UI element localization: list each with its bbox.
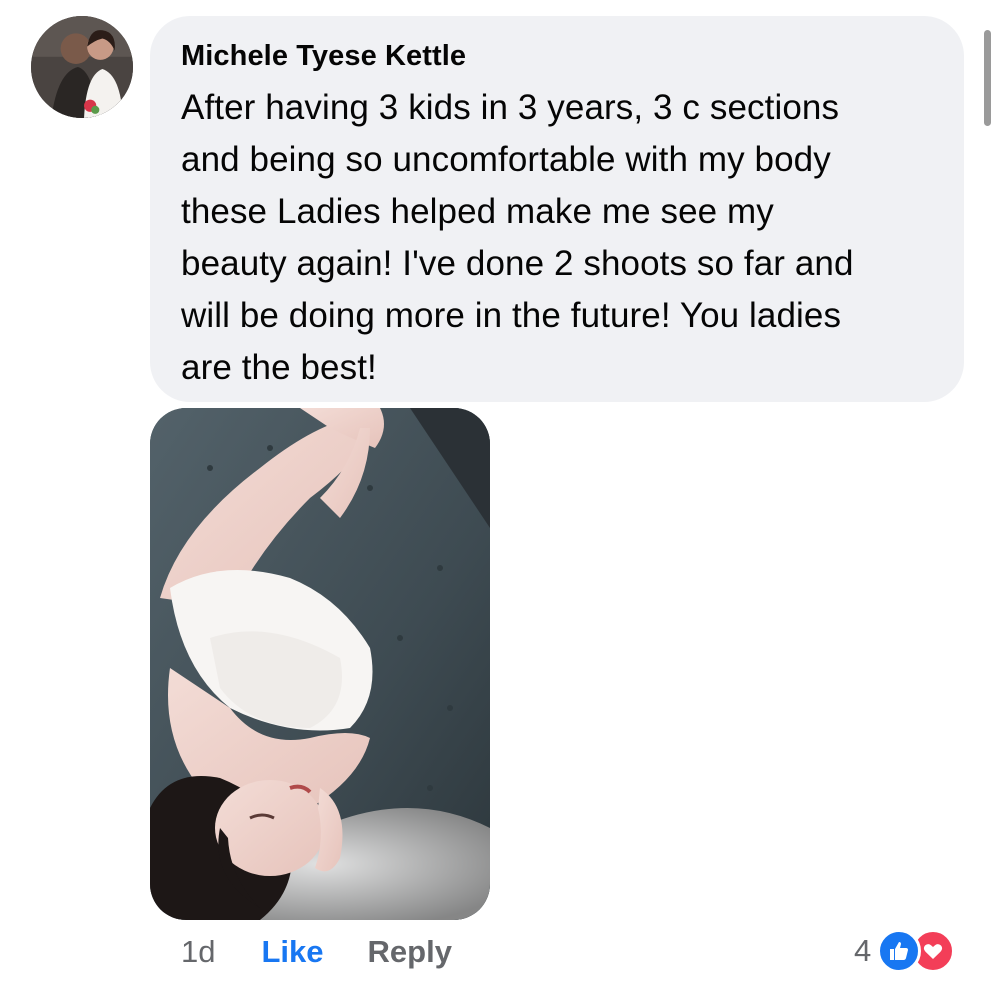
comment-actions: 1d Like Reply [181, 930, 452, 974]
comment-line: are the best! [181, 348, 377, 387]
comment-bubble: Michele Tyese Kettle After having 3 kids… [150, 16, 964, 402]
avatar-image [31, 16, 133, 118]
comment-line: these Ladies helped make me see my [181, 192, 774, 231]
comment-timestamp[interactable]: 1d [181, 930, 215, 974]
like-reaction-icon [877, 929, 922, 973]
author-avatar[interactable] [31, 16, 133, 118]
reaction-summary[interactable]: 4 [854, 928, 956, 974]
comment-line: After having 3 kids in 3 years, 3 c sect… [181, 88, 840, 127]
attachment-image [150, 408, 490, 920]
scrollbar-thumb[interactable] [984, 30, 991, 126]
reply-button[interactable]: Reply [368, 930, 452, 974]
comment-author-name[interactable]: Michele Tyese Kettle [181, 38, 934, 74]
comment-line: beauty again! I've done 2 shoots so far … [181, 244, 854, 283]
comment-line: and being so uncomfortable with my body [181, 140, 831, 179]
reaction-count: 4 [854, 933, 872, 968]
comment-text: After having 3 kids in 3 years, 3 c sect… [181, 82, 934, 394]
like-button[interactable]: Like [261, 930, 323, 974]
comment-line: will be doing more in the future! You la… [181, 296, 842, 335]
comment-photo-attachment[interactable] [150, 408, 490, 920]
